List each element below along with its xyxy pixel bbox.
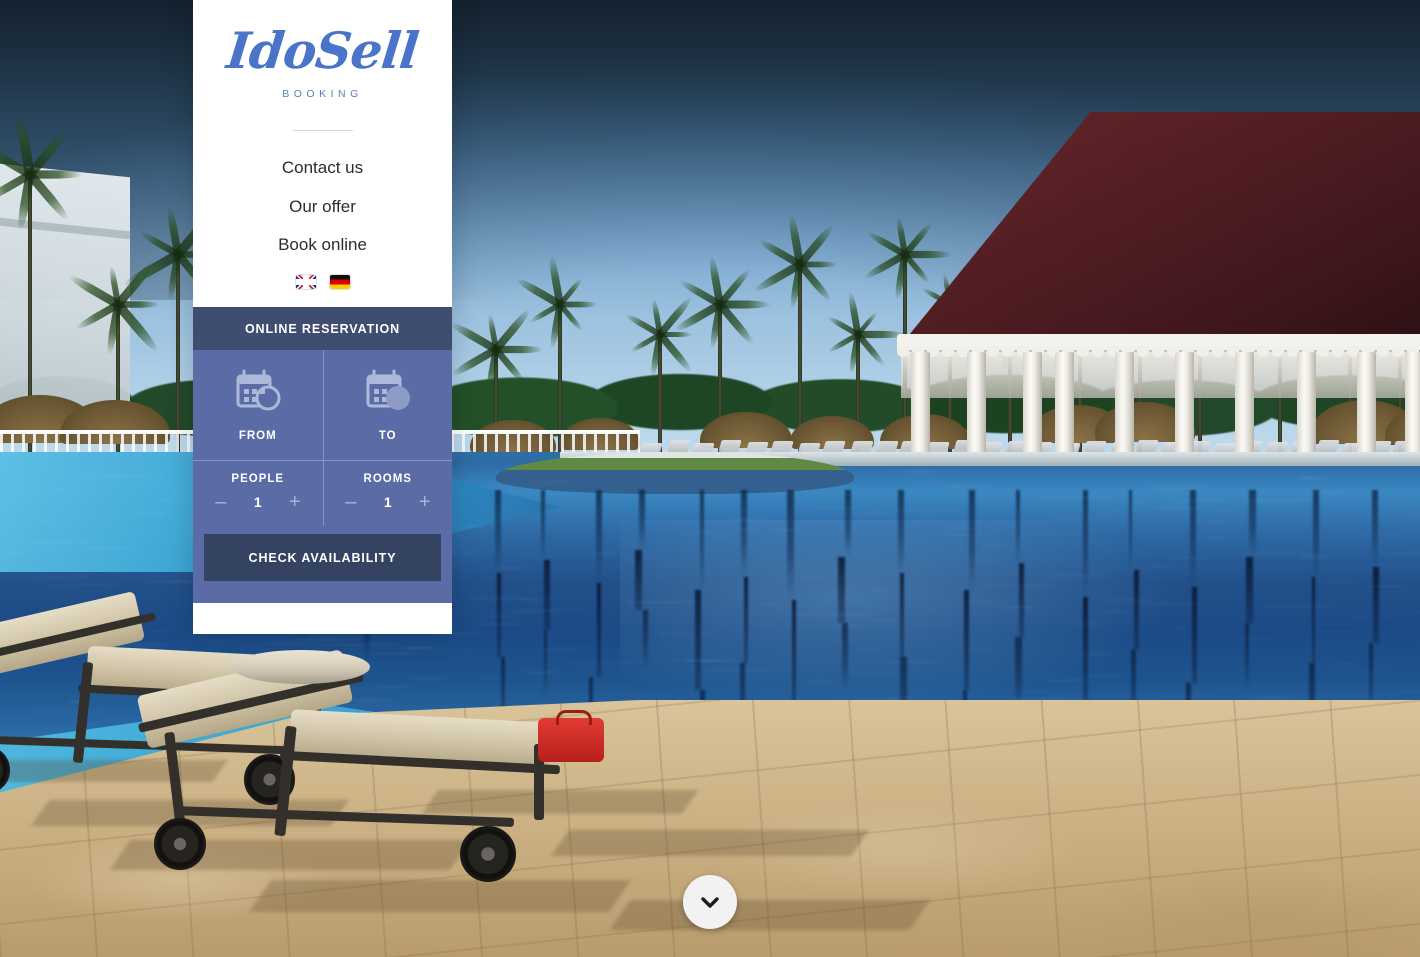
logo-subtitle: BOOKING <box>193 88 452 100</box>
people-stepper: – 1 + <box>193 492 323 512</box>
people-label: PEOPLE <box>193 473 323 485</box>
rooms-stepper: – 1 + <box>324 492 453 512</box>
flag-uk-icon[interactable] <box>296 275 316 289</box>
people-field: PEOPLE – 1 + <box>193 461 323 526</box>
people-value[interactable]: 1 <box>238 494 278 510</box>
people-decrement-button[interactable]: – <box>204 492 238 512</box>
calendar-to-icon <box>362 368 414 414</box>
rooms-increment-button[interactable]: + <box>408 492 442 512</box>
check-availability-button[interactable]: CHECK AVAILABILITY <box>204 534 441 581</box>
date-to-label: TO <box>379 430 397 442</box>
people-increment-button[interactable]: + <box>278 492 312 512</box>
date-from-label: FROM <box>239 430 277 442</box>
nav-our-offer[interactable]: Our offer <box>193 188 452 227</box>
reservation-widget: ONLINE RESERVATION FROM TO PEOPLE – 1 + … <box>193 307 452 603</box>
flag-de-icon[interactable] <box>330 275 350 289</box>
logo[interactable]: IdoSell BOOKING <box>193 0 452 100</box>
side-panel: IdoSell BOOKING Contact us Our offer Boo… <box>193 0 452 634</box>
rooms-decrement-button[interactable]: – <box>334 492 368 512</box>
gazebo-bar <box>905 112 1420 462</box>
chevron-down-icon <box>697 889 723 915</box>
divider <box>293 130 353 131</box>
nav-book-online[interactable]: Book online <box>193 226 452 265</box>
rooms-value[interactable]: 1 <box>368 494 408 510</box>
calendar-from-icon <box>232 368 284 414</box>
date-to-field[interactable]: TO <box>323 350 453 460</box>
main-navigation: Contact us Our offer Book online <box>193 149 452 265</box>
reservation-title: ONLINE RESERVATION <box>193 307 452 350</box>
rooms-field: ROOMS – 1 + <box>323 461 453 526</box>
logo-wordmark: IdoSell <box>225 26 421 76</box>
scroll-down-button[interactable] <box>683 875 737 929</box>
rooms-label: ROOMS <box>324 473 453 485</box>
nav-contact-us[interactable]: Contact us <box>193 149 452 188</box>
language-switcher <box>193 275 452 289</box>
date-from-field[interactable]: FROM <box>193 350 323 460</box>
page-root: IdoSell BOOKING Contact us Our offer Boo… <box>0 0 1420 957</box>
